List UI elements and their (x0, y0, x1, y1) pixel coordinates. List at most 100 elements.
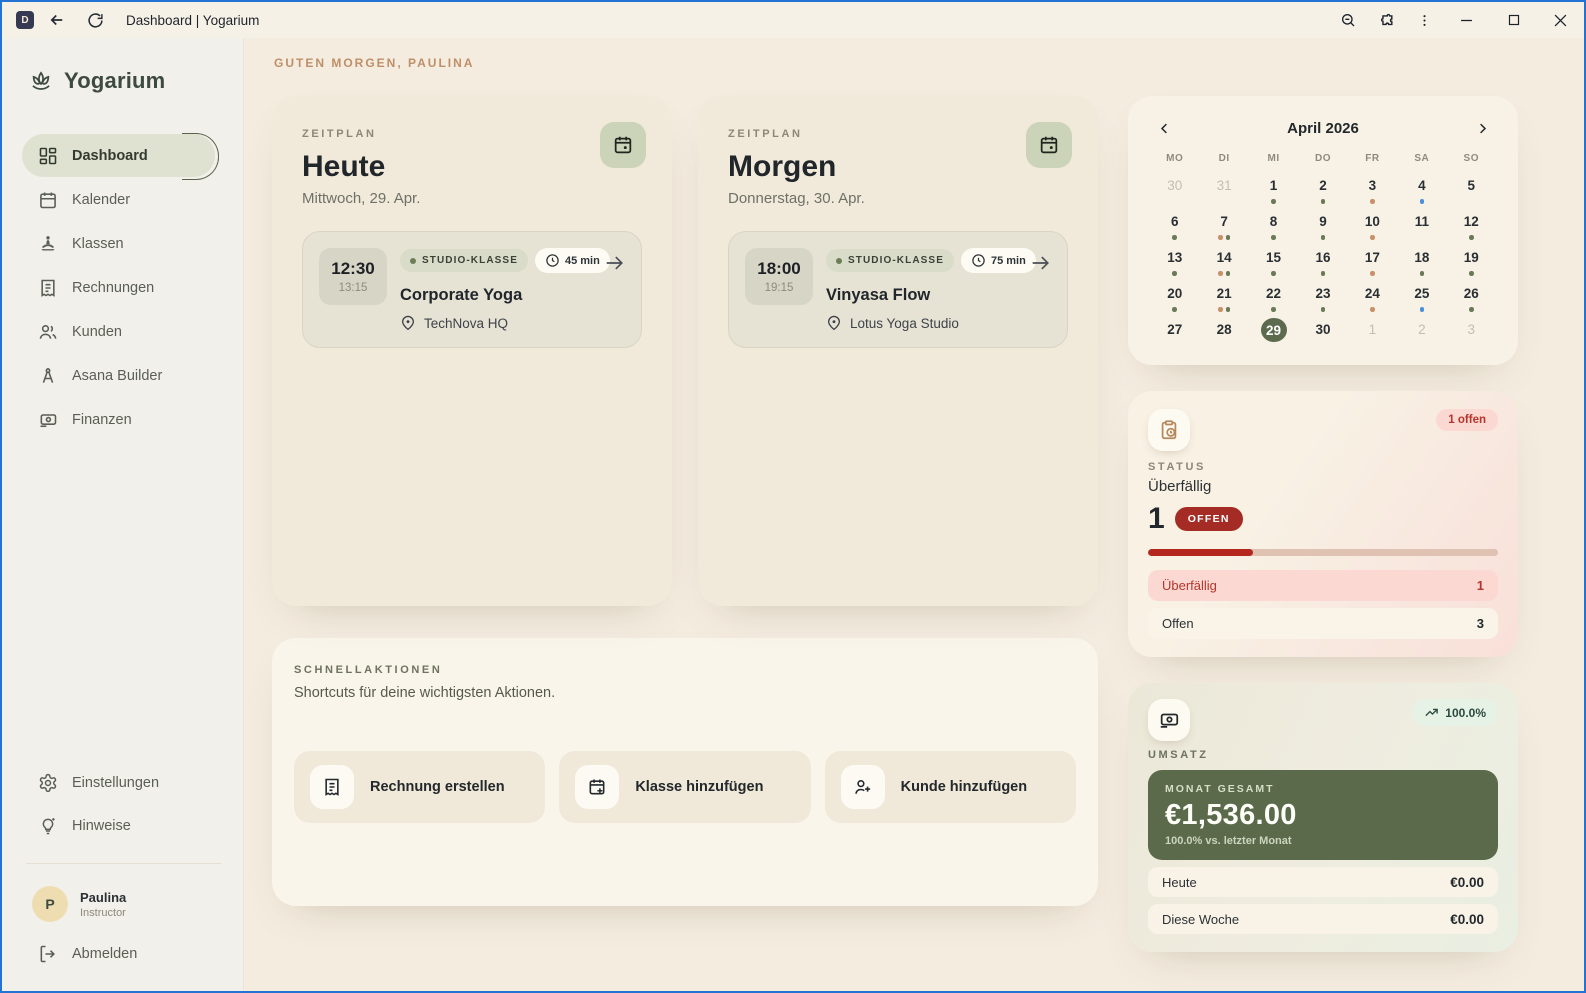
calendar-day[interactable]: 2 (1397, 318, 1446, 351)
class-open-arrow[interactable] (1029, 252, 1051, 279)
calendar-day[interactable]: 19 (1447, 246, 1496, 279)
sidebar-item-klassen[interactable]: Klassen (22, 222, 225, 265)
sidebar-nav: Dashboard Kalender Klassen Rechnungen Ku… (22, 133, 225, 441)
class-location: Lotus Yoga Studio (826, 315, 1051, 331)
section-label: UMSATZ (1148, 749, 1209, 761)
calendar-day[interactable]: 21 (1199, 282, 1248, 315)
revenue-row-heute[interactable]: Heute €0.00 (1148, 867, 1498, 897)
calendar-day[interactable]: 10 (1348, 210, 1397, 243)
calendar-weekday-label: SO (1463, 153, 1479, 164)
green-event-dot-icon (1271, 199, 1276, 204)
extensions-button[interactable] (1367, 5, 1405, 35)
people-icon (39, 324, 57, 339)
green-event-dot-icon (1271, 307, 1276, 312)
close-icon (1554, 14, 1567, 26)
calendar-day[interactable]: 3 (1447, 318, 1496, 351)
zoom-button[interactable] (1329, 5, 1367, 35)
sidebar-item-asana-builder[interactable]: Asana Builder (22, 354, 225, 397)
calendar-day[interactable]: 26 (1447, 282, 1496, 315)
calendar-day[interactable]: 1 (1249, 174, 1298, 207)
arrow-right-icon (1032, 256, 1049, 270)
calendar-day[interactable]: 28 (1199, 318, 1248, 351)
calendar-day-selected[interactable]: 29 (1249, 318, 1298, 351)
sidebar-item-finanzen[interactable]: Finanzen (22, 398, 225, 441)
calendar-day[interactable]: 24 (1348, 282, 1397, 315)
calendar-day[interactable]: 14 (1199, 246, 1248, 279)
schedule-date: Donnerstag, 30. Apr. (728, 190, 865, 207)
calendar-day[interactable]: 2 (1298, 174, 1347, 207)
calendar-grid: MO DI MI DO FR SA SO 30 31 1 2 3 4 5 6 7 8 9 10 11 12 13 14 15 1… (1150, 153, 1496, 351)
calendar-day[interactable]: 12 (1447, 210, 1496, 243)
calendar-day[interactable]: 1 (1348, 318, 1397, 351)
status-row-offen[interactable]: Offen 3 (1148, 608, 1498, 639)
calendar-day[interactable]: 27 (1150, 318, 1199, 351)
create-invoice-button[interactable]: Rechnung erstellen (294, 751, 546, 823)
sidebar-item-rechnungen[interactable]: Rechnungen (22, 266, 225, 309)
section-label: STATUS (1148, 461, 1206, 473)
calendar-day[interactable]: 25 (1397, 282, 1446, 315)
calendar-day[interactable]: 31 (1199, 174, 1248, 207)
add-class-button[interactable]: Klasse hinzufügen (559, 751, 811, 823)
calendar-weekday-label: DI (1218, 153, 1230, 164)
status-row-ueberfaellig[interactable]: Überfällig 1 (1148, 570, 1498, 601)
calendar-day[interactable]: 9 (1298, 210, 1347, 243)
green-event-dot-icon (1271, 235, 1276, 240)
green-event-dot-icon (1469, 271, 1474, 276)
logout-button[interactable]: Abmelden (22, 932, 225, 975)
action-label: Rechnung erstellen (370, 779, 505, 795)
calendar-day[interactable]: 8 (1249, 210, 1298, 243)
calendar-day[interactable]: 23 (1298, 282, 1347, 315)
calendar-day[interactable]: 16 (1298, 246, 1347, 279)
class-item[interactable]: 12:30 13:15 STUDIO-KLASSE 45 min Corpora… (302, 231, 642, 348)
calendar-prev-button[interactable] (1152, 116, 1176, 140)
sidebar-item-einstellungen[interactable]: Einstellungen (22, 761, 225, 804)
calendar-next-button[interactable] (1470, 116, 1494, 140)
green-event-dot-icon (1172, 271, 1177, 276)
class-open-arrow[interactable] (603, 252, 625, 279)
calendar-weekday-label: DO (1314, 153, 1331, 164)
profile[interactable]: P Paulina Instructor (22, 880, 225, 932)
calendar-day[interactable]: 13 (1150, 246, 1199, 279)
sidebar-item-kalender[interactable]: Kalender (22, 178, 225, 221)
calendar-day-icon (1040, 136, 1058, 154)
sidebar: Yogarium Dashboard Kalender Klassen Rech… (2, 38, 244, 991)
schedule-card-today: ZEITPLAN Heute Mittwoch, 29. Apr. 12:30 … (272, 96, 672, 606)
calendar-day[interactable]: 15 (1249, 246, 1298, 279)
brand-name: Yogarium (64, 68, 166, 93)
calendar-day[interactable]: 3 (1348, 174, 1397, 207)
dashboard-icon (39, 147, 57, 164)
back-button[interactable] (42, 5, 72, 35)
open-calendar-button[interactable] (600, 122, 646, 168)
main-content: GUTEN MORGEN, PAULINA ZEITPLAN Heute Mit… (244, 38, 1584, 991)
calendar-day[interactable]: 11 (1397, 210, 1446, 243)
calendar-day[interactable]: 20 (1150, 282, 1199, 315)
schedule-card-tomorrow: ZEITPLAN Morgen Donnerstag, 30. Apr. 18:… (698, 96, 1098, 606)
calendar-day[interactable]: 5 (1447, 174, 1496, 207)
calendar-day[interactable]: 7 (1199, 210, 1248, 243)
green-event-dot-icon (1172, 235, 1177, 240)
calendar-month-label: April 2026 (1287, 119, 1359, 137)
sidebar-item-hinweise[interactable]: Hinweise (22, 804, 225, 847)
add-customer-button[interactable]: Kunde hinzufügen (824, 751, 1076, 823)
calendar-day[interactable]: 30 (1298, 318, 1347, 351)
revenue-row-diese-woche[interactable]: Diese Woche €0.00 (1148, 904, 1498, 934)
calendar-day[interactable]: 18 (1397, 246, 1446, 279)
sidebar-item-dashboard[interactable]: Dashboard (22, 133, 219, 180)
menu-button[interactable] (1405, 5, 1443, 35)
calendar-day[interactable]: 30 (1150, 174, 1199, 207)
class-item[interactable]: 18:00 19:15 STUDIO-KLASSE 75 min Vinyasa… (728, 231, 1068, 348)
calendar-day[interactable]: 4 (1397, 174, 1446, 207)
arrow-right-icon (606, 256, 623, 270)
maximize-button[interactable] (1490, 2, 1537, 38)
class-time: 12:30 13:15 (319, 248, 387, 305)
open-calendar-button[interactable] (1026, 122, 1072, 168)
close-button[interactable] (1537, 2, 1584, 38)
sidebar-item-kunden[interactable]: Kunden (22, 310, 225, 353)
logout-label: Abmelden (72, 945, 138, 962)
refresh-button[interactable] (80, 5, 110, 35)
minimize-button[interactable] (1443, 2, 1490, 38)
calendar-day[interactable]: 17 (1348, 246, 1397, 279)
calendar-day[interactable]: 6 (1150, 210, 1199, 243)
status-progress-bar (1148, 549, 1498, 556)
calendar-day[interactable]: 22 (1249, 282, 1298, 315)
